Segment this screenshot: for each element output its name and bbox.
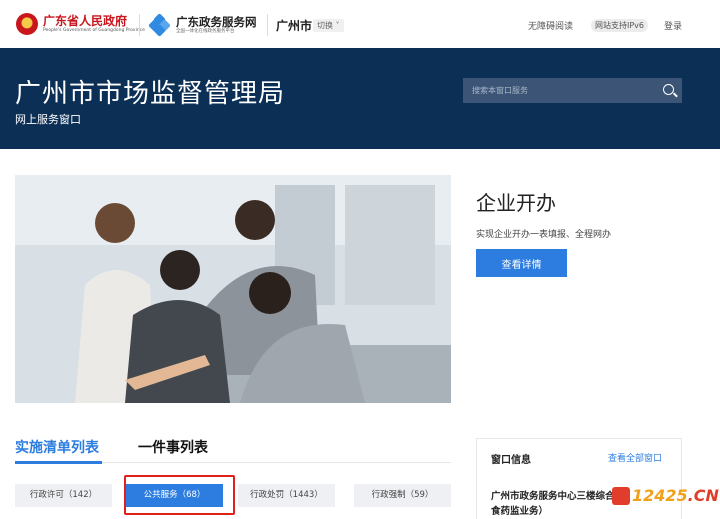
login-link[interactable]: 登录 [664, 19, 682, 32]
national-emblem-icon [16, 13, 38, 35]
highlight-box [124, 475, 235, 515]
feature-description: 实现企业开办一表填报、全程网办 [476, 230, 612, 240]
portal-logo-icon [148, 13, 171, 37]
watermark-domain: .CN [687, 486, 719, 505]
site-watermark: 12425.CN [612, 486, 719, 505]
watermark-badge-icon [612, 486, 630, 505]
search-icon[interactable] [658, 78, 682, 103]
window-info-title: 窗口信息 [491, 455, 531, 466]
gd-portal-logo[interactable]: 广东政务服务网 全国一体化在线政务服务平台 [148, 13, 257, 37]
divider [267, 14, 268, 36]
switch-label: 切换 [317, 21, 333, 30]
category-administrative-enforcement[interactable]: 行政强制（59） [354, 484, 451, 507]
tab-one-thing-list[interactable]: 一件事列表 [138, 437, 208, 457]
top-bar: 广东省人民政府 People's Government of Guangdong… [0, 0, 720, 48]
search-input[interactable] [463, 78, 658, 103]
window-info-text: 广州市政务服务中心三楼综合食药监业务） [491, 491, 615, 517]
department-title: 广州市市场监督管理局 [15, 79, 286, 109]
view-all-windows-link[interactable]: 查看全部窗口 [608, 451, 662, 464]
city-switch-button[interactable]: 切换 ˅ [313, 19, 344, 32]
portal-name: 广东政务服务网 [176, 14, 257, 29]
city-name: 广州市 [276, 19, 313, 33]
watermark-number: 12425 [632, 486, 688, 505]
divider [139, 14, 140, 36]
accessibility-link[interactable]: 无障碍阅读 [528, 19, 573, 32]
category-administrative-license[interactable]: 行政许可（142） [15, 484, 112, 507]
portal-subtitle: 全国一体化在线政务服务平台 [176, 28, 235, 34]
portal-subtitle-text: 网上服务窗口 [15, 113, 81, 126]
category-administrative-penalty[interactable]: 行政处罚（1443） [238, 484, 335, 507]
guangdong-gov-logo[interactable]: 广东省人民政府 People's Government of Guangdong… [16, 13, 145, 35]
gov-name: 广东省人民政府 [43, 13, 128, 28]
team-photo-illustration [15, 175, 451, 403]
active-tab-indicator [15, 461, 102, 464]
ipv6-badge: 网站支持IPv6 [591, 19, 649, 32]
gov-name-en: People's Government of Guangdong Provinc… [43, 27, 145, 33]
hero-image [15, 175, 451, 403]
view-details-button[interactable]: 查看详情 [476, 249, 567, 277]
search-box [463, 78, 682, 103]
chevron-down-icon: ˅ [333, 21, 340, 30]
tab-implementation-list[interactable]: 实施清单列表 [15, 437, 99, 457]
feature-title: 企业开办 [476, 191, 556, 215]
